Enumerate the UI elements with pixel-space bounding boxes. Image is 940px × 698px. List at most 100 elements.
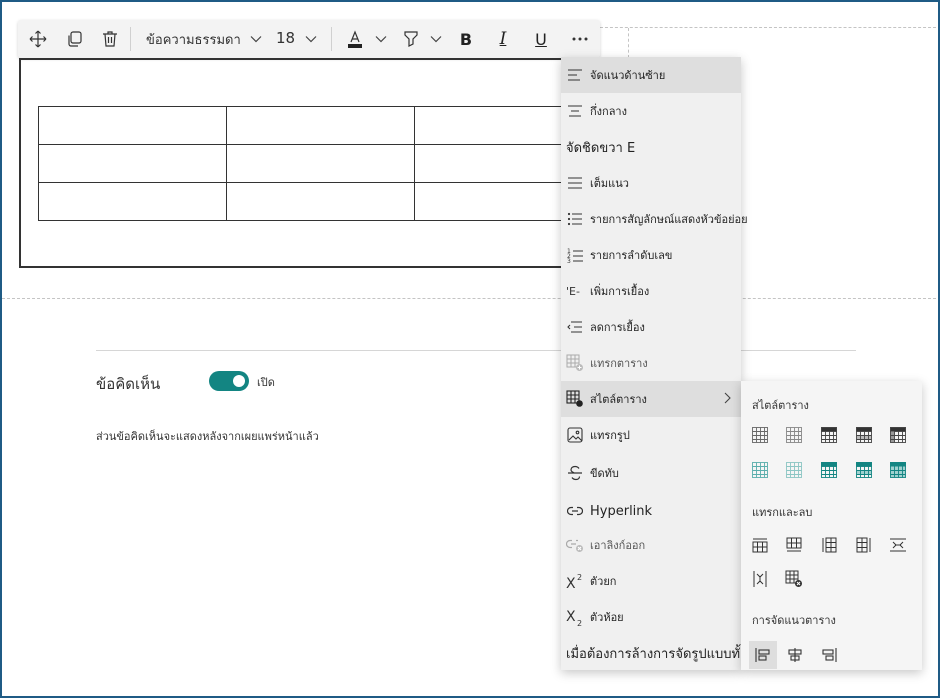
menu-item-insert-image[interactable]: แทรกรูป — [561, 417, 741, 453]
italic-icon[interactable]: I — [490, 26, 516, 52]
menu-item-label: ตัวห้อย — [590, 611, 624, 624]
comments-toggle[interactable] — [209, 371, 249, 391]
table-cell[interactable] — [226, 106, 415, 145]
table-style-teal-plain-icon[interactable] — [749, 459, 771, 481]
delete-icon[interactable] — [97, 26, 123, 52]
menu-item-insert-table[interactable]: แทรกตาราง — [561, 345, 741, 381]
toolbar-separator — [130, 27, 131, 51]
menu-item-numbered-list[interactable]: 123 รายการลำดับเลข — [561, 237, 741, 273]
menu-item-table-style[interactable]: สไตล์ตาราง — [561, 381, 741, 417]
section-border-bottom — [2, 298, 936, 299]
content-table[interactable] — [38, 106, 603, 221]
table-cell[interactable] — [226, 182, 415, 221]
link-icon — [566, 502, 584, 520]
table-style-light-icon[interactable] — [783, 424, 805, 446]
table-style-icon — [566, 390, 584, 408]
menu-item-hyperlink[interactable]: Hyperlink — [561, 493, 741, 529]
table-style-teal-header-icon[interactable] — [818, 459, 840, 481]
submenu-heading-styles: สไตล์ตาราง — [752, 399, 809, 412]
comments-heading: ข้อคิดเห็น — [96, 375, 161, 393]
menu-item-label: Hyperlink — [590, 503, 653, 519]
delete-table-icon[interactable] — [783, 568, 805, 590]
menu-item-label: แทรกตาราง — [590, 357, 648, 370]
insert-column-left-icon[interactable] — [818, 534, 840, 556]
insert-row-below-icon[interactable] — [783, 534, 805, 556]
menu-item-label: เอาลิงก์ออก — [590, 539, 646, 552]
table-cell[interactable] — [38, 106, 227, 145]
table-align-center-icon[interactable] — [784, 644, 806, 666]
toolbar-separator — [331, 27, 332, 51]
chevron-down-icon[interactable] — [298, 26, 324, 52]
table-cell[interactable] — [38, 182, 227, 221]
delete-row-icon[interactable] — [887, 534, 909, 556]
delete-column-icon[interactable] — [749, 568, 771, 590]
chevron-down-icon[interactable] — [423, 26, 449, 52]
menu-item-decrease-indent[interactable]: ลดการเยื้อง — [561, 309, 741, 345]
section-border-top — [600, 27, 936, 28]
table-cell[interactable] — [38, 144, 227, 183]
submenu-heading-align: การจัดแนวตาราง — [752, 614, 836, 627]
menu-item-align-left[interactable]: จัดแนวด้านซ้าย — [561, 57, 741, 93]
insert-column-right-icon[interactable] — [853, 534, 875, 556]
highlight-icon[interactable] — [398, 26, 424, 52]
menu-item-clear-formatting[interactable]: เมื่อต้องการล้างการจัดรูปแบบทั้งหมด — [561, 635, 772, 671]
menu-item-remove-link[interactable]: เอาลิงก์ออก — [561, 527, 741, 563]
toggle-knob — [233, 375, 245, 387]
svg-text:X: X — [566, 609, 576, 625]
chevron-down-icon[interactable] — [368, 26, 394, 52]
svg-text:2: 2 — [577, 573, 582, 582]
format-toolbar: ข้อความธรรมดา 18 B I U — [18, 20, 600, 58]
svg-text:3: 3 — [567, 258, 571, 263]
table-style-dark-icon[interactable] — [887, 424, 909, 446]
menu-item-subscript[interactable]: X2 ตัวห้อย — [561, 599, 741, 635]
table-style-header-dark-alt-icon[interactable] — [853, 424, 875, 446]
menu-item-bullet-list[interactable]: รายการสัญลักษณ์แสดงหัวข้อย่อย — [561, 201, 748, 237]
menu-item-label: สไตล์ตาราง — [590, 393, 647, 406]
insert-image-icon — [566, 426, 584, 444]
bold-icon[interactable]: B — [453, 26, 479, 52]
svg-text:X: X — [566, 576, 576, 589]
menu-item-strikethrough[interactable]: ขีดทับ — [561, 455, 741, 491]
table-style-plain-icon[interactable] — [749, 424, 771, 446]
copy-icon[interactable] — [61, 26, 87, 52]
bullet-list-icon — [566, 210, 584, 228]
table-style-teal-header-alt-icon[interactable] — [853, 459, 875, 481]
font-color-icon[interactable] — [342, 26, 368, 52]
comments-note: ส่วนข้อคิดเห็นจะแสดงหลังจากเผยแพร่หน้าแล… — [96, 430, 319, 443]
justify-icon — [566, 174, 584, 192]
move-icon[interactable] — [25, 26, 51, 52]
menu-item-superscript[interactable]: X2 ตัวยก — [561, 563, 741, 599]
font-size-dropdown[interactable]: 18 — [276, 29, 295, 47]
numbered-list-icon: 123 — [566, 246, 584, 264]
superscript-icon: X2 — [566, 572, 584, 590]
menu-item-label: กึ่งกลาง — [590, 105, 627, 118]
menu-item-label: เต็มแนว — [590, 177, 629, 190]
subscript-icon: X2 — [566, 608, 584, 626]
table-row — [38, 182, 603, 221]
menu-item-label: รายการลำดับเลข — [590, 249, 673, 262]
align-left-icon — [566, 66, 584, 84]
table-style-submenu: สไตล์ตาราง แทรกและลบ การจัดแนวตาราง — [741, 381, 922, 670]
menu-item-label: จัดแนวด้านซ้าย — [590, 69, 666, 82]
menu-item-label: เพิ่มการเยื้อง — [590, 285, 650, 298]
table-cell[interactable] — [226, 144, 415, 183]
svg-text:'E-: 'E- — [566, 285, 580, 298]
text-style-dropdown[interactable]: ข้อความธรรมดา — [146, 29, 241, 50]
menu-item-increase-indent[interactable]: 'E- เพิ่มการเยื้อง — [561, 273, 741, 309]
table-style-teal-dark-icon[interactable] — [887, 459, 909, 481]
table-align-left-icon[interactable] — [749, 641, 777, 669]
chevron-down-icon[interactable] — [243, 26, 269, 52]
menu-item-align-right[interactable]: จัดชิดขวา E — [561, 129, 741, 165]
menu-item-justify[interactable]: เต็มแนว — [561, 165, 741, 201]
table-style-header-dark-icon[interactable] — [818, 424, 840, 446]
table-align-right-icon[interactable] — [818, 644, 840, 666]
menu-item-label: ตัวยก — [590, 575, 617, 588]
menu-item-label: แทรกรูป — [590, 429, 630, 442]
more-icon[interactable] — [567, 26, 593, 52]
insert-row-above-icon[interactable] — [749, 534, 771, 556]
menu-item-align-center[interactable]: กึ่งกลาง — [561, 93, 741, 129]
table-style-teal-light-icon[interactable] — [783, 459, 805, 481]
underline-icon[interactable]: U — [528, 26, 554, 52]
comments-divider — [96, 350, 856, 351]
strikethrough-icon — [566, 464, 584, 482]
